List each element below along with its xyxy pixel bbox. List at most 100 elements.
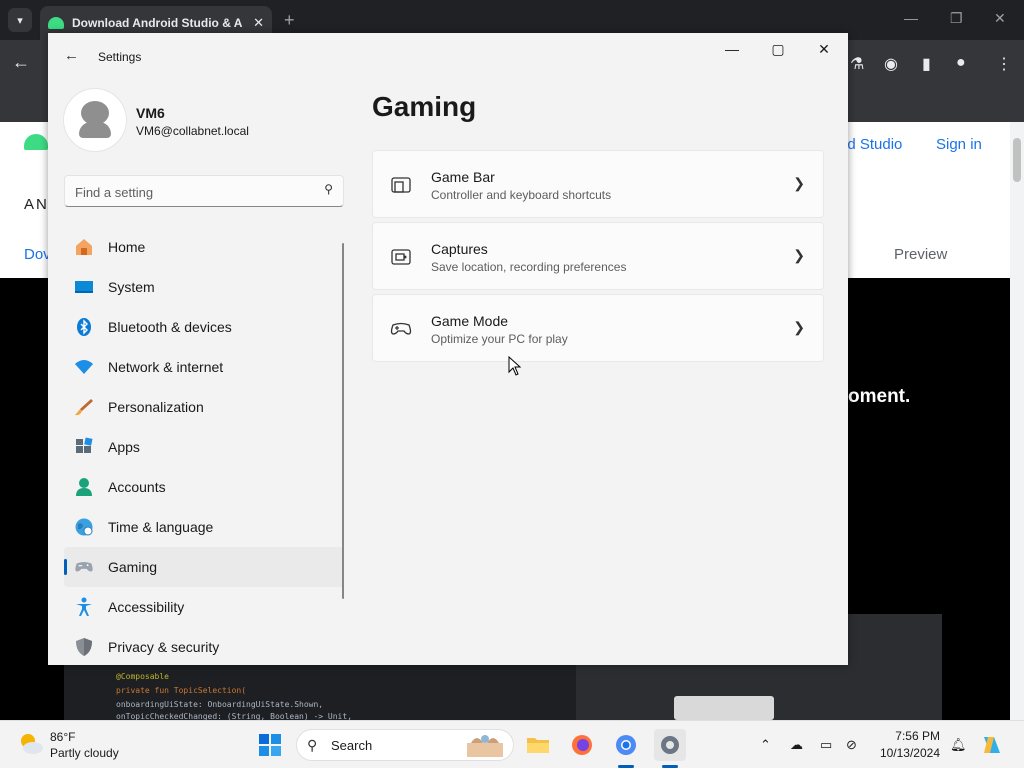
browser-scroll-thumb[interactable] xyxy=(1013,138,1021,182)
firefox-button[interactable] xyxy=(566,729,598,761)
nav-label: Apps xyxy=(108,439,140,455)
settings-title: Settings xyxy=(98,50,142,64)
nav-item-home[interactable]: Home xyxy=(64,227,344,267)
apps-icon xyxy=(74,437,94,457)
labs-flask-icon[interactable]: ⚗ xyxy=(850,54,864,74)
code-line: private fun TopicSelection( xyxy=(116,686,247,695)
wifi-icon xyxy=(74,357,94,377)
display-icon[interactable]: ▭ xyxy=(820,737,832,753)
chevron-up-icon[interactable]: ⌃ xyxy=(760,737,771,753)
preview-tab[interactable]: Preview xyxy=(894,246,947,263)
chevron-right-icon: ❯ xyxy=(793,247,805,263)
tab-search-button[interactable]: ▾ xyxy=(8,8,32,32)
android-favicon-icon xyxy=(48,17,64,29)
card-title: Game Bar xyxy=(431,169,495,185)
nav-item-accessibility[interactable]: Accessibility xyxy=(64,587,344,627)
folder-icon xyxy=(527,738,549,753)
card-title: Game Mode xyxy=(431,313,509,329)
hero-text-fragment: oment. xyxy=(848,386,911,407)
code-line: @Composable xyxy=(116,672,169,681)
browser-minimize-icon[interactable]: — xyxy=(904,10,918,26)
network-icon[interactable]: ⊘ xyxy=(846,737,857,753)
browser-restore-icon[interactable]: ❐ xyxy=(950,10,963,27)
nav-item-apps[interactable]: Apps xyxy=(64,427,344,467)
search-highlight-icon xyxy=(467,735,503,757)
system-icon xyxy=(74,277,94,297)
nav-item-gaming[interactable]: Gaming xyxy=(64,547,344,587)
extension-icon[interactable]: ◉ xyxy=(884,54,898,74)
chrome-icon xyxy=(616,735,636,755)
accessibility-icon xyxy=(74,597,94,617)
settings-back-icon[interactable]: ← xyxy=(64,47,79,64)
start-button[interactable] xyxy=(254,729,286,761)
settings-button[interactable] xyxy=(654,729,686,761)
nav-item-personalization[interactable]: Personalization xyxy=(64,387,344,427)
card-description: Controller and keyboard shortcuts xyxy=(431,188,612,202)
search-icon: ⚲ xyxy=(307,737,318,753)
code-line: onboardingUiState: OnboardingUiState.Sho… xyxy=(116,700,324,709)
settings-search[interactable]: ⚲ xyxy=(64,175,344,207)
nav-label: Accounts xyxy=(108,479,166,495)
clock-time[interactable]: 7:56 PM xyxy=(880,729,940,743)
card-description: Save location, recording preferences xyxy=(431,260,627,274)
nav-item-time-language[interactable]: Time & language xyxy=(64,507,344,547)
chrome-button[interactable] xyxy=(610,729,642,761)
tab-close-icon[interactable]: ✕ xyxy=(253,15,264,31)
browser-menu-icon[interactable]: ⋮ xyxy=(996,54,1012,74)
notification-bell-icon[interactable]: 🔔︎ xyxy=(950,737,967,753)
page-heading-fragment: AN xyxy=(24,196,49,213)
file-explorer-button[interactable] xyxy=(522,729,554,761)
onedrive-icon[interactable]: ☁ xyxy=(790,737,803,753)
close-icon[interactable]: ✕ xyxy=(806,39,842,59)
android-studio-link[interactable]: id Studio xyxy=(844,136,902,153)
profile-icon[interactable]: ● xyxy=(956,54,966,72)
taskbar: 86°F Partly cloudy ⚲ Search ⌃ ☁ ▭ ⊘ 7:56… xyxy=(0,720,1024,768)
clock-date[interactable]: 10/13/2024 xyxy=(870,746,940,760)
search-input[interactable] xyxy=(75,182,305,202)
game-bar-icon xyxy=(389,173,413,197)
game-mode-icon xyxy=(389,317,413,341)
settings-nav: Home System Bluetooth & devices Network … xyxy=(64,227,344,665)
capture-icon xyxy=(389,245,413,269)
nav-item-system[interactable]: System xyxy=(64,267,344,307)
avatar[interactable] xyxy=(64,89,126,151)
nav-item-network[interactable]: Network & internet xyxy=(64,347,344,387)
mouse-cursor-icon xyxy=(508,356,522,376)
nav-label: Bluetooth & devices xyxy=(108,319,232,335)
nav-scrollbar[interactable] xyxy=(342,243,344,599)
game-bar-card[interactable]: Game Bar Controller and keyboard shortcu… xyxy=(372,150,824,218)
globe-icon xyxy=(74,517,94,537)
tab-title: Download Android Studio & A xyxy=(72,16,243,30)
minimize-icon[interactable]: — xyxy=(714,39,750,59)
download-tab-fragment[interactable]: Dov xyxy=(24,246,51,263)
settings-window: ← Settings — ▢ ✕ VM6 VM6@collabnet.local… xyxy=(48,33,848,665)
nav-label: Gaming xyxy=(108,559,158,575)
nav-label: Time & language xyxy=(108,519,214,535)
captures-card[interactable]: Captures Save location, recording prefer… xyxy=(372,222,824,290)
side-panel-icon[interactable]: ▮ xyxy=(922,54,931,74)
nav-label: Personalization xyxy=(108,399,204,415)
browser-scrollbar[interactable] xyxy=(1010,122,1024,720)
game-mode-card[interactable]: Game Mode Optimize your PC for play ❯ xyxy=(372,294,824,362)
maximize-icon[interactable]: ▢ xyxy=(760,39,796,59)
accounts-icon xyxy=(74,477,94,497)
nav-item-bluetooth[interactable]: Bluetooth & devices xyxy=(64,307,344,347)
taskbar-search[interactable]: ⚲ Search xyxy=(296,729,514,761)
browser-back-icon[interactable]: ← xyxy=(12,52,30,73)
nav-label: Home xyxy=(108,239,146,255)
page-title: Gaming xyxy=(372,91,477,122)
nav-label: Network & internet xyxy=(108,359,224,375)
nav-item-privacy[interactable]: Privacy & security xyxy=(64,627,344,665)
copilot-icon[interactable] xyxy=(980,733,1004,757)
partly-cloudy-icon xyxy=(21,734,43,754)
android-logo-icon xyxy=(24,134,48,150)
firefox-icon xyxy=(572,735,592,755)
card-title: Captures xyxy=(431,241,488,257)
user-name: VM6 xyxy=(136,105,165,121)
browser-close-icon[interactable]: ✕ xyxy=(994,10,1006,27)
card-description: Optimize your PC for play xyxy=(431,332,568,346)
nav-item-accounts[interactable]: Accounts xyxy=(64,467,344,507)
search-icon[interactable]: ⚲ xyxy=(324,182,333,196)
new-tab-button[interactable]: + xyxy=(284,10,295,31)
sign-in-link[interactable]: Sign in xyxy=(936,136,982,153)
